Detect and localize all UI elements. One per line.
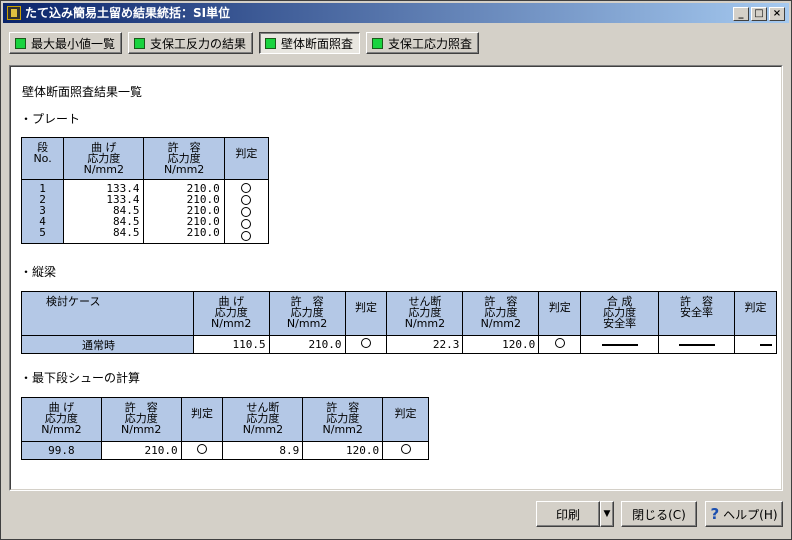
tab-support-reaction[interactable]: 支保工反力の結果 <box>128 32 254 54</box>
beam-label: ・縦梁 <box>20 265 57 279</box>
beam-mage-cell: 110.5 <box>192 335 270 354</box>
main-window: たて込み簡易土留め結果統括：SI単位 _ □ × 最大最小値一覧 支保工反力の結… <box>0 0 792 540</box>
close-button[interactable]: 閉じる(C) <box>621 501 697 527</box>
tab-support-stress[interactable]: 支保工応力照査 <box>366 32 480 54</box>
tab-max-min[interactable]: 最大最小値一覧 <box>9 32 123 54</box>
ok-circle-icon <box>400 444 411 454</box>
green-led-icon <box>372 37 384 49</box>
ok-circle-icon <box>241 207 252 217</box>
tab-bar: 最大最小値一覧 支保工反力の結果 壁体断面照査 支保工応力照査 <box>9 32 480 54</box>
help-icon: ? <box>710 505 720 523</box>
ok-circle-icon <box>241 231 252 241</box>
shoe-kyoyo2-cell: 120.0 <box>302 441 384 460</box>
beam-kyoyo2-cell: 120.0 <box>462 335 540 354</box>
shoe-mage-cell: 99.8 <box>21 441 102 460</box>
green-led-icon <box>134 37 146 49</box>
beam-case-cell: 通常時 <box>21 335 194 354</box>
beam-table: 検討ケース 曲 げ応力度 N/mm2 許 容応力度 N/mm2 判定 せん断 応力度 N… <box>21 291 777 354</box>
ok-circle-icon <box>241 195 252 205</box>
app-icon <box>7 6 21 20</box>
green-led-icon <box>265 37 277 49</box>
shoe-sendan-cell: 8.9 <box>222 441 304 460</box>
print-dropdown-button[interactable]: ▼ <box>600 501 614 527</box>
title-bar[interactable]: たて込み簡易土留め結果統括：SI単位 _ □ × <box>3 3 789 23</box>
minimize-button[interactable]: _ <box>733 7 749 21</box>
dash-icon <box>601 344 638 346</box>
plate-hantei-cell <box>223 179 270 244</box>
dash-icon <box>760 344 772 346</box>
green-led-icon <box>15 37 26 49</box>
help-button[interactable]: ? ヘルプ(H) <box>705 501 783 527</box>
ok-circle-icon <box>361 338 372 348</box>
window-title: たて込み簡易土留め結果統括：SI単位 <box>25 6 231 20</box>
ok-circle-icon <box>241 219 252 229</box>
shoe-label: ・最下段シューの計算 <box>20 371 141 385</box>
shoe-kyoyo1-cell: 210.0 <box>100 441 182 460</box>
print-button[interactable]: 印刷 <box>536 501 600 527</box>
tab-wall-section[interactable]: 壁体断面照査 <box>259 32 361 54</box>
plate-kyoyo-cell: 210.0 210.0 210.0 210.0 210.0 <box>143 179 225 244</box>
plate-label: ・プレート <box>20 112 81 126</box>
close-window-button[interactable]: × <box>769 7 785 21</box>
ok-circle-icon <box>241 183 252 193</box>
maximize-button[interactable]: □ <box>751 7 767 21</box>
beam-sendan-cell: 22.3 <box>386 335 464 354</box>
dash-icon <box>678 344 715 346</box>
content-panel: 壁体断面照査結果一覧 ・プレート 段 No. 曲 げ応力度 N/mm2 許 容応力度… <box>9 65 783 491</box>
plate-no-cell: 12345 <box>20 179 65 244</box>
beam-kyoyo1-cell: 210.0 <box>268 335 346 354</box>
plate-table: 段 No. 曲 げ応力度 N/mm2 許 容応力度 N/mm2 判定 12345 13… <box>20 137 270 244</box>
shoe-table: 曲 げ応力度 N/mm2 許 容応力度 N/mm2 判定 せん断 応力度 N/mm2 許… <box>21 397 429 460</box>
ok-circle-icon <box>554 338 565 348</box>
section-heading: 壁体断面照査結果一覧 <box>22 85 143 99</box>
plate-mage-cell: 133.4 133.4 84.5 84.5 84.5 <box>63 179 145 244</box>
ok-circle-icon <box>197 444 208 454</box>
